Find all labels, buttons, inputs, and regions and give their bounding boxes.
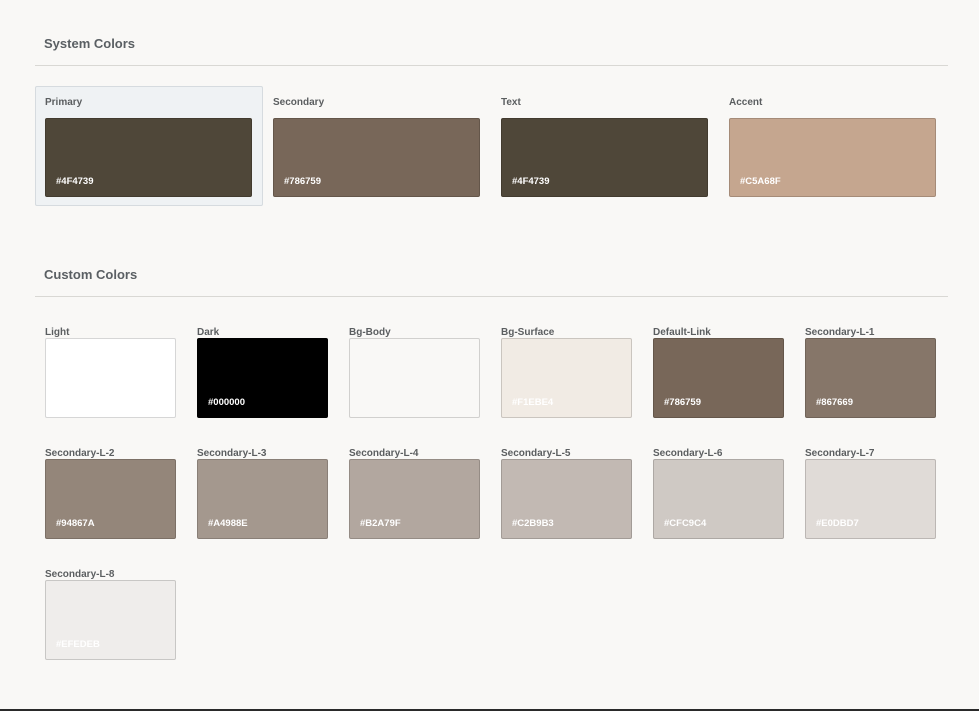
custom-colors-title: Custom Colors xyxy=(44,267,138,282)
color-label: Secondary-L-3 xyxy=(197,448,267,459)
color-label: Text xyxy=(501,97,521,108)
color-swatch[interactable]: #C5A68F xyxy=(729,118,936,197)
color-hex: #B2A79F xyxy=(360,518,401,529)
color-hex: #A4988E xyxy=(208,518,248,529)
color-hex: #EFEDEB xyxy=(56,639,100,650)
custom-color-card-default-link[interactable]: Default-Link #786759 xyxy=(644,317,784,427)
custom-color-card-secondary-l-6[interactable]: Secondary-L-6 #CFC9C4 xyxy=(644,438,784,548)
color-label: Secondary-L-7 xyxy=(805,448,875,459)
color-swatch[interactable]: #4F4739 xyxy=(45,118,252,197)
color-swatch[interactable]: #000000 xyxy=(197,338,328,418)
color-swatch[interactable]: #786759 xyxy=(653,338,784,418)
custom-color-card-secondary-l-8[interactable]: Secondary-L-8 #EFEDEB xyxy=(36,559,176,669)
system-color-card-secondary[interactable]: Secondary #786759 xyxy=(263,86,491,206)
color-swatch[interactable]: #F1EBE4 xyxy=(501,338,632,418)
custom-color-card-dark[interactable]: Dark #000000 xyxy=(188,317,328,427)
custom-color-card-secondary-l-4[interactable]: Secondary-L-4 #B2A79F xyxy=(340,438,480,548)
color-label: Accent xyxy=(729,97,763,108)
custom-colors-divider xyxy=(35,296,948,297)
color-label: Secondary-L-5 xyxy=(501,448,571,459)
system-color-card-text[interactable]: Text #4F4739 xyxy=(491,86,719,206)
color-label: Light xyxy=(45,327,70,338)
color-hex: #C2B9B3 xyxy=(512,518,554,529)
system-color-card-accent[interactable]: Accent #C5A68F xyxy=(719,86,947,206)
custom-color-card-secondary-l-5[interactable]: Secondary-L-5 #C2B9B3 xyxy=(492,438,632,548)
custom-color-card-secondary-l-3[interactable]: Secondary-L-3 #A4988E xyxy=(188,438,328,548)
color-swatch[interactable] xyxy=(349,338,480,418)
color-label: Secondary-L-1 xyxy=(805,327,875,338)
color-hex: #4F4739 xyxy=(512,176,550,187)
color-swatch[interactable]: #A4988E xyxy=(197,459,328,539)
color-swatch[interactable]: #EFEDEB xyxy=(45,580,176,660)
system-color-card-primary[interactable]: Primary #4F4739 xyxy=(35,86,263,206)
color-hex: #786759 xyxy=(664,397,701,408)
color-hex: #C5A68F xyxy=(740,176,781,187)
color-hex: #E0DBD7 xyxy=(816,518,859,529)
color-hex: #CFC9C4 xyxy=(664,518,707,529)
color-swatch[interactable]: #E0DBD7 xyxy=(805,459,936,539)
color-label: Default-Link xyxy=(653,327,711,338)
custom-color-card-light[interactable]: Light xyxy=(36,317,176,427)
color-hex: #F1EBE4 xyxy=(512,397,554,408)
custom-color-card-secondary-l-7[interactable]: Secondary-L-7 #E0DBD7 xyxy=(796,438,936,548)
color-swatch[interactable] xyxy=(45,338,176,418)
color-hex: #000000 xyxy=(208,397,245,408)
color-swatch[interactable]: #B2A79F xyxy=(349,459,480,539)
color-hex: #786759 xyxy=(284,176,321,187)
color-hex: #94867A xyxy=(56,518,95,529)
system-colors-divider xyxy=(35,65,948,66)
color-label: Bg-Body xyxy=(349,327,391,338)
color-label: Secondary-L-2 xyxy=(45,448,115,459)
color-swatch[interactable]: #CFC9C4 xyxy=(653,459,784,539)
color-label: Bg-Surface xyxy=(501,327,555,338)
color-label: Secondary-L-4 xyxy=(349,448,419,459)
system-colors-title: System Colors xyxy=(44,36,136,51)
color-swatch[interactable]: #4F4739 xyxy=(501,118,708,197)
custom-color-card-secondary-l-1[interactable]: Secondary-L-1 #867669 xyxy=(796,317,936,427)
custom-color-card-bg-surface[interactable]: Bg-Surface #F1EBE4 xyxy=(492,317,632,427)
custom-color-card-bg-body[interactable]: Bg-Body xyxy=(340,317,480,427)
color-label: Secondary xyxy=(273,97,325,108)
color-label: Secondary-L-8 xyxy=(45,569,115,580)
color-hex: #867669 xyxy=(816,397,853,408)
color-hex: #4F4739 xyxy=(56,176,94,187)
color-swatch[interactable]: #C2B9B3 xyxy=(501,459,632,539)
color-label: Secondary-L-6 xyxy=(653,448,723,459)
color-label: Dark xyxy=(197,327,220,338)
color-swatch[interactable]: #94867A xyxy=(45,459,176,539)
color-swatch[interactable]: #867669 xyxy=(805,338,936,418)
custom-color-card-secondary-l-2[interactable]: Secondary-L-2 #94867A xyxy=(36,438,176,548)
color-label: Primary xyxy=(45,97,83,108)
color-swatch[interactable]: #786759 xyxy=(273,118,480,197)
